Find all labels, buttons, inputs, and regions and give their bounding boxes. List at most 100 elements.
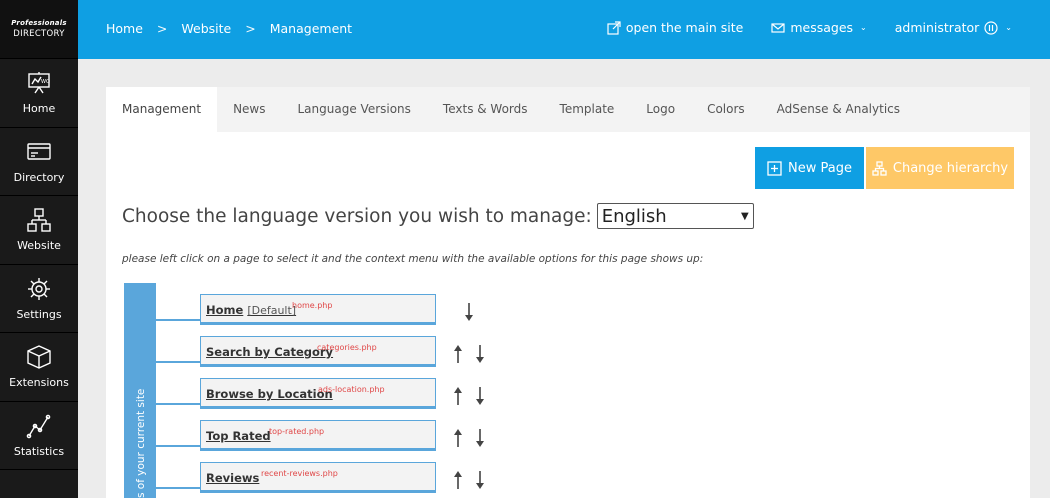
tab-adsense-analytics[interactable]: AdSense & Analytics [761,87,916,132]
page-file: ads-location.php [318,385,385,394]
gear-icon [28,277,50,300]
user-label: administrator [894,20,980,35]
sidebar-item-settings[interactable]: Settings [0,265,78,333]
breadcrumb-separator: > [156,21,168,36]
move-arrows [453,470,485,490]
language-prompt: Choose the language version you wish to … [122,205,592,227]
page-box[interactable]: Reviews recent-reviews.php [200,462,436,493]
sidebar-item-home[interactable]: WO Home [0,59,78,128]
chevron-down-icon: ⌄ [1005,23,1012,32]
sidebar-item-label: Settings [16,307,62,321]
breadcrumb-website[interactable]: Website [181,21,231,36]
messages-menu[interactable]: messages ⌄ [771,20,867,35]
tree-connector [156,403,200,405]
arrow-down-icon[interactable] [464,302,474,322]
move-arrows [453,428,485,448]
open-site-link[interactable]: open the main site [607,20,743,35]
sidebar-item-label: Directory [13,170,65,184]
sitemap-icon [27,208,51,232]
page-name[interactable]: Reviews [206,471,259,485]
tab-template[interactable]: Template [544,87,631,132]
page-file: categories.php [317,343,377,352]
arrow-up-icon[interactable] [453,386,463,406]
presentation-icon: WO [28,72,50,94]
tab-colors[interactable]: Colors [691,87,761,132]
sidebar-item-label: Home [22,102,56,116]
page-name[interactable]: Search by Category [206,345,333,359]
sidebar: Professionals DIRECTORY WO Home Director… [0,0,78,498]
topbar-actions: open the main site messages ⌄ administra… [579,20,1012,35]
tree-connector [156,319,200,321]
move-arrows [464,302,474,322]
tree-vertical-label: s of your current site [135,388,147,498]
language-chooser: Choose the language version you wish to … [122,203,754,229]
sidebar-item-extensions[interactable]: Extensions [0,333,78,402]
page-name[interactable]: Home [Default] [206,303,296,317]
tab-language-versions[interactable]: Language Versions [282,87,427,132]
chevron-down-icon: ⌄ [860,23,867,32]
tab-management[interactable]: Management [106,87,218,132]
hint-text: please left click on a page to select it… [122,253,704,265]
sidebar-item-label: Statistics [13,444,65,458]
language-select[interactable]: English ▼ [596,203,754,229]
tree-connector [156,361,200,363]
management-card: Management News Language Versions Texts … [106,87,1030,498]
sidebar-item-statistics[interactable]: Statistics [0,402,78,470]
tree-connector [156,445,200,447]
external-link-icon [607,20,621,35]
breadcrumb: Home > Website > Management [106,21,352,36]
tab-news[interactable]: News [217,87,281,132]
page-name[interactable]: Browse by Location [206,387,333,401]
sidebar-item-label: Extensions [9,376,69,390]
page-box[interactable]: Browse by Location ads-location.php [200,378,436,409]
change-hierarchy-label: Change hierarchy [892,160,1009,176]
envelope-icon [771,22,785,33]
arrow-up-icon[interactable] [453,470,463,490]
chart-line-icon [26,414,51,439]
open-site-label: open the main site [625,20,744,35]
arrow-up-icon[interactable] [453,428,463,448]
arrow-up-icon[interactable] [453,344,463,364]
page-default-tag: [Default] [247,304,297,317]
tree-connector [156,487,200,489]
move-arrows [453,344,485,364]
page-file: home.php [292,301,333,310]
arrow-down-icon[interactable] [475,386,485,406]
change-hierarchy-button[interactable]: Change hierarchy [866,147,1014,189]
sidebar-item-directory[interactable]: Directory [0,128,78,196]
page-box[interactable]: Top Rated top-rated.php [200,420,436,451]
page-name[interactable]: Top Rated [206,429,271,443]
page-file: recent-reviews.php [261,469,338,478]
add-page-icon [767,160,782,176]
logo-line-2: DIRECTORY [13,29,65,39]
language-selected: English [601,205,667,227]
arrow-down-icon[interactable] [475,470,485,490]
logo-line-1: Professionals [11,19,67,27]
arrow-down-icon[interactable] [475,344,485,364]
cube-icon [27,345,51,370]
user-circle-icon [984,20,998,35]
sidebar-item-label: Website [17,239,61,253]
topbar: Home > Website > Management open the mai… [78,0,1050,59]
new-page-button[interactable]: New Page [755,147,864,189]
page-box[interactable]: Home [Default] home.php [200,294,436,325]
tab-bar: Management News Language Versions Texts … [106,87,1030,132]
arrow-down-icon[interactable] [475,428,485,448]
breadcrumb-management[interactable]: Management [270,21,352,36]
new-page-label: New Page [788,160,852,176]
hierarchy-icon [872,160,887,176]
sidebar-item-website[interactable]: Website [0,196,78,265]
tab-logo[interactable]: Logo [630,87,691,132]
user-menu[interactable]: administrator ⌄ [895,20,1012,35]
chevron-down-icon: ▼ [741,210,749,222]
breadcrumb-home[interactable]: Home [106,21,143,36]
page-box[interactable]: Search by Category categories.php [200,336,436,367]
page-file: top-rated.php [269,427,325,436]
card-icon [27,143,51,160]
move-arrows [453,386,485,406]
svg-text:WO: WO [41,79,50,85]
logo[interactable]: Professionals DIRECTORY [0,0,78,59]
breadcrumb-separator: > [245,21,256,36]
tab-texts-words[interactable]: Texts & Words [427,87,544,132]
messages-label: messages [790,20,854,35]
